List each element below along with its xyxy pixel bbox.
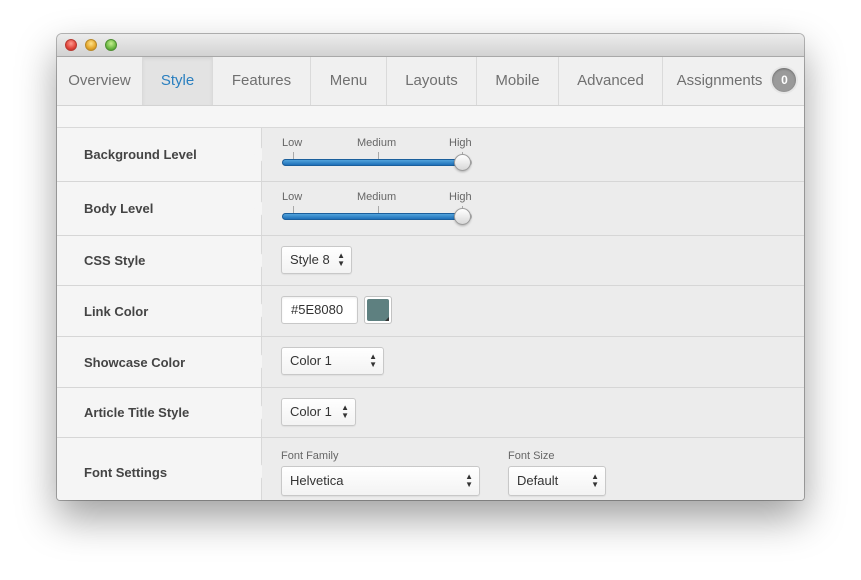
tab-assignments[interactable]: Assignments 0 <box>663 57 804 105</box>
css-style-label: CSS Style <box>57 236 262 285</box>
slider-fill <box>282 159 464 166</box>
zoom-window-button[interactable] <box>105 39 117 51</box>
row-body-level: Body Level Low Medium High <box>57 182 804 236</box>
slider-tick <box>293 206 294 213</box>
tab-assignments-label: Assignments <box>676 72 763 89</box>
close-window-button[interactable] <box>65 39 77 51</box>
slider-tick <box>378 152 379 159</box>
link-color-content: #5E8080 <box>262 286 804 336</box>
select-arrows-icon: ▲ ▼ <box>341 403 349 420</box>
row-link-color: Link Color #5E8080 <box>57 286 804 337</box>
showcase-color-label: Showcase Color <box>57 337 262 387</box>
background-level-label: Background Level <box>57 128 262 181</box>
minimize-window-button[interactable] <box>85 39 97 51</box>
slider-tick-label-high: High <box>449 191 472 203</box>
tab-menu[interactable]: Menu <box>311 57 387 105</box>
select-arrows-icon: ▲ ▼ <box>465 472 473 489</box>
body-level-label: Body Level <box>57 182 262 235</box>
row-css-style: CSS Style Style 8 ▲ ▼ <box>57 236 804 286</box>
body-level-content: Low Medium High <box>262 182 804 235</box>
slider-tick <box>293 152 294 159</box>
slider-handle[interactable] <box>454 208 471 225</box>
slider-tick-label-low: Low <box>282 137 303 149</box>
font-settings-content: Font Family Helvetica ▲ ▼ Font Size Defau… <box>262 438 804 500</box>
sub-header-strip <box>57 106 804 128</box>
background-level-slider[interactable]: Low Medium High <box>282 137 482 177</box>
article-title-style-content: Color 1 ▲ ▼ <box>262 388 804 437</box>
showcase-color-value: Color 1 <box>290 353 332 368</box>
tab-bar: Overview Style Features Menu Layouts Mob… <box>57 57 804 106</box>
body-level-slider[interactable]: Low Medium High <box>282 191 482 231</box>
font-size-caption: Font Size <box>508 450 555 462</box>
tab-advanced[interactable]: Advanced <box>559 57 663 105</box>
css-style-value: Style 8 <box>290 252 330 267</box>
showcase-color-select[interactable]: Color 1 ▲ ▼ <box>281 347 384 375</box>
tab-layouts[interactable]: Layouts <box>387 57 477 105</box>
tab-overview[interactable]: Overview <box>57 57 143 105</box>
link-color-label: Link Color <box>57 286 262 336</box>
article-title-style-label: Article Title Style <box>57 388 262 437</box>
tab-features[interactable]: Features <box>213 57 311 105</box>
font-family-caption: Font Family <box>281 450 339 462</box>
row-article-title-style: Article Title Style Color 1 ▲ ▼ <box>57 388 804 438</box>
slider-tick-label-medium: Medium <box>357 137 397 149</box>
select-arrows-icon: ▲ ▼ <box>369 352 377 369</box>
row-background-level: Background Level Low Medium High <box>57 128 804 182</box>
assignments-count-badge: 0 <box>772 67 797 92</box>
select-arrows-icon: ▲ ▼ <box>591 472 599 489</box>
font-size-value: Default <box>517 473 559 488</box>
row-showcase-color: Showcase Color Color 1 ▲ ▼ <box>57 337 804 388</box>
slider-tick-label-high: High <box>449 137 472 149</box>
article-title-style-value: Color 1 <box>290 404 332 419</box>
showcase-color-content: Color 1 ▲ ▼ <box>262 337 804 387</box>
slider-fill <box>282 213 464 220</box>
font-settings-label: Font Settings <box>57 438 262 500</box>
settings-window: Overview Style Features Menu Layouts Mob… <box>57 34 804 500</box>
slider-tick-label-low: Low <box>282 191 303 203</box>
select-arrows-icon: ▲ ▼ <box>337 251 345 268</box>
article-title-style-select[interactable]: Color 1 ▲ ▼ <box>281 398 356 426</box>
font-family-value: Helvetica <box>290 473 344 488</box>
background-level-content: Low Medium High <box>262 128 804 181</box>
css-style-select[interactable]: Style 8 ▲ ▼ <box>281 246 352 274</box>
link-color-input[interactable]: #5E8080 <box>281 296 358 324</box>
tab-style[interactable]: Style <box>143 57 213 105</box>
css-style-content: Style 8 ▲ ▼ <box>262 236 804 285</box>
title-bar <box>57 34 804 57</box>
tab-mobile[interactable]: Mobile <box>477 57 559 105</box>
slider-tick <box>378 206 379 213</box>
font-family-select[interactable]: Helvetica ▲ ▼ <box>281 466 480 496</box>
link-color-picker-button[interactable] <box>364 296 392 324</box>
slider-handle[interactable] <box>454 154 471 171</box>
row-font-settings: Font Settings Font Family Helvetica ▲ ▼ F… <box>57 438 804 500</box>
slider-tick-label-medium: Medium <box>357 191 397 203</box>
picker-corner-icon <box>385 317 389 321</box>
font-size-select[interactable]: Default ▲ ▼ <box>508 466 606 496</box>
